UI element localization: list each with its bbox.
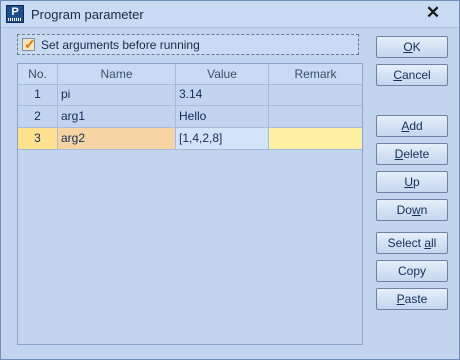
remark-cell[interactable] [269, 106, 362, 127]
ok-button-label-rest: K [412, 40, 421, 54]
add-button-label-rest: dd [409, 119, 423, 133]
column-header-no[interactable]: No. [18, 64, 58, 84]
title-bar: P Program parameter ✕ [1, 1, 459, 28]
down-button-hotkey: w [411, 203, 421, 217]
table-header: No. Name Value Remark [18, 64, 362, 85]
remark-cell[interactable] [269, 84, 362, 105]
cancel-button-hotkey: C [393, 68, 402, 82]
cancel-button[interactable]: Cancel [376, 64, 448, 86]
name-cell[interactable]: pi [58, 84, 176, 105]
delete-button-hotkey: D [394, 147, 404, 161]
select-all-button-label-rest: ll [431, 236, 437, 250]
up-button[interactable]: Up [376, 171, 448, 193]
select-all-button[interactable]: Select all [376, 232, 448, 254]
column-header-remark[interactable]: Remark [269, 64, 362, 84]
table-row[interactable]: 1 pi 3.14 [18, 84, 362, 106]
row-number: 1 [18, 84, 58, 105]
delete-button-label-rest: elete [403, 147, 430, 161]
paste-button[interactable]: Paste [376, 288, 448, 310]
checkmark-icon: ✓ [24, 36, 36, 52]
parameter-table: No. Name Value Remark 1 pi 3.14 2 arg1 H… [17, 63, 363, 345]
paste-button-label-rest: aste [404, 292, 428, 306]
row-number: 3 [18, 128, 58, 149]
value-cell[interactable]: Hello [176, 106, 269, 127]
select-all-button-label: Select [387, 236, 425, 250]
remark-cell[interactable] [269, 128, 362, 149]
table-row-selected[interactable]: 3 arg2 [1,4,2,8] [18, 128, 362, 150]
column-header-value[interactable]: Value [176, 64, 269, 84]
name-cell[interactable]: arg2 [58, 128, 176, 149]
down-button[interactable]: Down [376, 199, 448, 221]
row-number: 2 [18, 106, 58, 127]
delete-button[interactable]: Delete [376, 143, 448, 165]
copy-button[interactable]: Copy [376, 260, 448, 282]
value-cell[interactable]: 3.14 [176, 84, 269, 105]
cancel-button-label-rest: ancel [401, 68, 431, 82]
up-button-label-rest: p [412, 175, 420, 189]
select-all-button-hotkey: a [424, 236, 432, 250]
down-button-label-rest: n [420, 203, 428, 217]
program-parameter-dialog: P Program parameter ✕ ✓ Set arguments be… [0, 0, 460, 360]
close-icon[interactable]: ✕ [423, 3, 443, 23]
set-arguments-checkbox[interactable]: ✓ [22, 36, 36, 52]
down-button-label: Do [396, 203, 412, 217]
set-arguments-option[interactable]: ✓ Set arguments before running [17, 34, 359, 55]
table-row[interactable]: 2 arg1 Hello [18, 106, 362, 128]
app-icon: P [6, 5, 24, 23]
value-cell[interactable]: [1,4,2,8] [176, 128, 269, 149]
name-cell[interactable]: arg1 [58, 106, 176, 127]
ok-button[interactable]: OK [376, 36, 448, 58]
ok-button-hotkey: O [403, 40, 413, 54]
paste-button-hotkey: P [396, 292, 405, 306]
up-button-hotkey: U [404, 175, 413, 189]
copy-button-label: Copy [397, 264, 426, 278]
window-title: Program parameter [31, 7, 144, 22]
add-button[interactable]: Add [376, 115, 448, 137]
column-header-name[interactable]: Name [58, 64, 176, 84]
set-arguments-label: Set arguments before running [41, 38, 200, 52]
